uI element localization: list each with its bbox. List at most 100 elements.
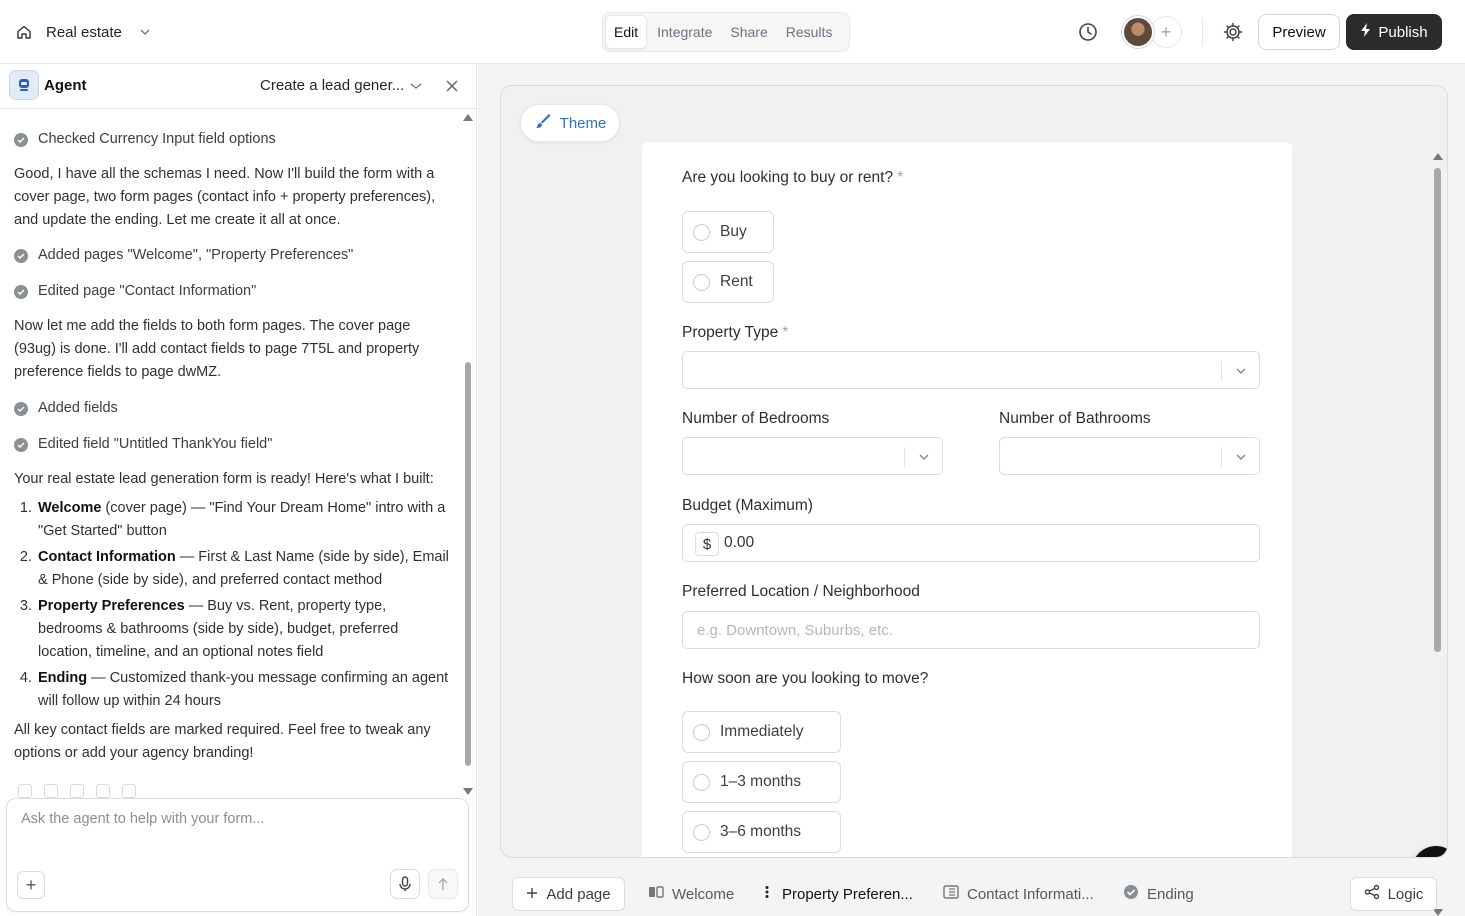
radio-circle xyxy=(693,723,710,741)
workspace-switcher[interactable]: Real estate xyxy=(16,20,152,44)
question-property-type: Property Type * xyxy=(682,324,789,341)
publish-button[interactable]: Publish xyxy=(1346,14,1442,50)
plus-icon xyxy=(526,886,538,903)
question-bathrooms: Number of Bathrooms xyxy=(999,410,1151,427)
add-page-button[interactable]: Add page xyxy=(512,877,625,911)
list-item: 4. Ending — Customized thank-you message … xyxy=(19,670,449,709)
log-message: Good, I have all the schemas I need. Now… xyxy=(14,166,436,228)
agent-title: Agent xyxy=(44,77,87,94)
chevron-down-icon xyxy=(919,454,929,460)
workspace-name: Real estate xyxy=(46,23,122,41)
currency-symbol: $ xyxy=(695,532,719,556)
tab-results[interactable]: Results xyxy=(778,15,841,49)
theme-label: Theme xyxy=(559,114,607,132)
info-icon[interactable] xyxy=(18,784,32,798)
check-icon xyxy=(14,132,28,147)
thumbs-down-icon[interactable] xyxy=(70,784,84,798)
help-button[interactable] xyxy=(1412,846,1447,857)
radio-circle xyxy=(693,223,710,241)
preview-button[interactable]: Preview xyxy=(1258,14,1340,50)
tab-share[interactable]: Share xyxy=(722,15,775,49)
agent-header: Agent Create a lead gener... xyxy=(0,64,476,109)
tab-integrate[interactable]: Integrate xyxy=(649,15,720,49)
chevron-down-icon[interactable] xyxy=(409,79,423,93)
page-bar: Add page Welcome Property Preferen... Co… xyxy=(478,872,1465,916)
avatar[interactable] xyxy=(1122,16,1154,48)
option-immediately[interactable]: Immediately xyxy=(682,711,841,753)
page-tab-contact-information[interactable]: Contact Informati... xyxy=(943,884,1094,904)
attach-button[interactable]: + xyxy=(17,871,45,899)
log-step: Added fields xyxy=(14,397,454,420)
chevron-down-icon xyxy=(1236,454,1246,460)
page-tab-property-preferences[interactable]: Property Preferen... xyxy=(764,884,913,904)
scroll-down-arrow[interactable] xyxy=(463,788,473,795)
log-message: All key contact fields are marked requir… xyxy=(14,722,431,761)
form-page: Are you looking to buy or rent? * Buy Ren… xyxy=(642,142,1292,857)
list-item: 1. Welcome (cover page) — "Find Your Drea… xyxy=(19,500,446,539)
list-item: 2. Contact Information — First & Last Nam… xyxy=(19,549,449,588)
composer-input[interactable]: Ask the agent to help with your form... xyxy=(21,811,264,827)
radio-circle xyxy=(693,773,710,791)
home-icon xyxy=(16,24,32,40)
drag-handle-icon[interactable] xyxy=(764,885,770,903)
gear-icon[interactable] xyxy=(1222,21,1244,43)
log-message: Now let me add the fields to both form p… xyxy=(14,318,420,380)
agent-log: Checked Currency Input field options Goo… xyxy=(14,128,454,765)
page-tab-ending[interactable]: Ending xyxy=(1123,884,1194,904)
option-rent[interactable]: Rent xyxy=(682,261,774,303)
log-step: Added pages "Welcome", "Property Prefere… xyxy=(14,244,454,267)
agent-scrollbar[interactable] xyxy=(465,362,471,766)
radio-circle xyxy=(693,273,710,291)
lightning-icon xyxy=(1360,23,1372,41)
log-message: Your real estate lead generation form is… xyxy=(14,471,434,487)
budget-input[interactable]: $ 0.00 xyxy=(682,524,1260,562)
form-canvas: Theme Are you looking to buy or rent? * B… xyxy=(500,85,1448,858)
question-budget: Budget (Maximum) xyxy=(682,497,813,514)
history-icon[interactable] xyxy=(1076,20,1100,44)
check-icon xyxy=(14,437,28,452)
log-step: Edited field "Untitled ThankYou field" xyxy=(14,433,454,456)
send-button[interactable] xyxy=(428,869,458,899)
share-nodes-icon xyxy=(1364,884,1380,904)
thumbs-up-icon[interactable] xyxy=(44,784,58,798)
canvas-scrollbar[interactable] xyxy=(1434,168,1441,652)
publish-label: Publish xyxy=(1378,23,1428,41)
question-move-timeline: How soon are you looking to move? xyxy=(682,670,929,687)
canvas-scroll-up[interactable] xyxy=(1433,153,1443,160)
option-1-3-months[interactable]: 1–3 months xyxy=(682,761,841,803)
log-step: Checked Currency Input field options xyxy=(14,128,454,151)
theme-button[interactable]: Theme xyxy=(520,104,620,142)
microphone-icon[interactable] xyxy=(390,869,420,899)
conversation-select[interactable]: Create a lead gener... xyxy=(260,77,404,94)
close-icon[interactable] xyxy=(445,79,459,93)
check-icon xyxy=(14,401,28,416)
option-3-6-months[interactable]: 3–6 months xyxy=(682,811,841,853)
check-icon xyxy=(14,284,28,299)
bathrooms-select[interactable] xyxy=(999,437,1260,475)
chevron-down-icon xyxy=(138,25,152,39)
add-collaborator-button[interactable]: + xyxy=(1150,16,1182,48)
radio-circle xyxy=(693,823,710,841)
divider xyxy=(1202,18,1203,46)
chevron-down-icon xyxy=(1236,368,1246,374)
property-type-select[interactable] xyxy=(682,351,1260,389)
option-buy[interactable]: Buy xyxy=(682,211,774,253)
agent-composer[interactable]: Ask the agent to help with your form... … xyxy=(6,798,469,912)
agent-panel: Agent Create a lead gener... Checked Cur… xyxy=(0,64,477,916)
summary-list: 1. Welcome (cover page) — "Find Your Drea… xyxy=(14,497,454,713)
top-bar: Real estate Edit Integrate Share Results… xyxy=(0,0,1465,64)
log-step: Edited page "Contact Information" xyxy=(14,280,454,303)
location-input[interactable]: e.g. Downtown, Suburbs, etc. xyxy=(682,611,1260,649)
copy-icon[interactable] xyxy=(96,784,110,798)
bedrooms-select[interactable] xyxy=(682,437,943,475)
location-placeholder: e.g. Downtown, Suburbs, etc. xyxy=(697,622,893,639)
editor-canvas-area: Theme Are you looking to buy or rent? * B… xyxy=(478,64,1465,916)
tab-edit[interactable]: Edit xyxy=(605,15,648,49)
page-tab-welcome[interactable]: Welcome xyxy=(648,884,734,904)
paintbrush-icon xyxy=(534,112,552,134)
agent-icon xyxy=(9,70,39,100)
undo-icon[interactable] xyxy=(122,784,136,798)
scroll-up-arrow[interactable] xyxy=(463,114,473,121)
logic-button[interactable]: Logic xyxy=(1350,877,1437,911)
form-page-icon xyxy=(943,885,959,903)
